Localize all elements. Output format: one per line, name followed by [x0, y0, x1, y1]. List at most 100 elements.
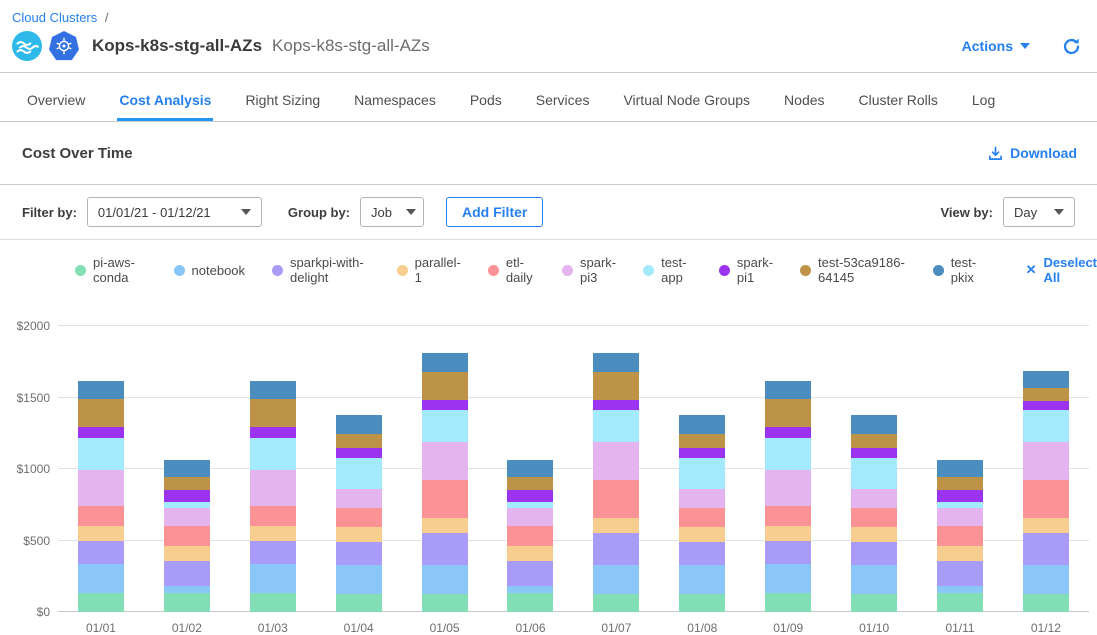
bar-segment-spark-pi3[interactable]: [1023, 442, 1069, 480]
bar-segment-etl-daily[interactable]: [336, 508, 382, 527]
bar-segment-notebook[interactable]: [765, 564, 811, 593]
deselect-all-button[interactable]: ✕Deselect All: [1026, 255, 1097, 285]
bar-segment-etl-daily[interactable]: [765, 506, 811, 525]
bar-segment-pi-aws-conda[interactable]: [765, 593, 811, 612]
bar-segment-test-53ca9186-64145[interactable]: [422, 372, 468, 400]
bar-segment-spark-pi3[interactable]: [507, 508, 553, 526]
bar-segment-test-53ca9186-64145[interactable]: [1023, 388, 1069, 401]
bar-segment-etl-daily[interactable]: [250, 506, 296, 525]
bar-segment-sparkpi-with-delight[interactable]: [336, 542, 382, 565]
bar-segment-notebook[interactable]: [250, 564, 296, 593]
breadcrumb-link-cloud-clusters[interactable]: Cloud Clusters: [12, 10, 97, 25]
bar-segment-test-53ca9186-64145[interactable]: [164, 477, 210, 490]
bar-segment-parallel-1[interactable]: [336, 527, 382, 542]
bar-segment-notebook[interactable]: [679, 565, 725, 594]
bar-segment-etl-daily[interactable]: [1023, 480, 1069, 518]
bar-segment-etl-daily[interactable]: [164, 526, 210, 546]
bar-segment-test-app[interactable]: [1023, 410, 1069, 441]
bar-segment-test-53ca9186-64145[interactable]: [937, 477, 983, 490]
bar-segment-spark-pi1[interactable]: [679, 448, 725, 458]
bar-segment-test-app[interactable]: [78, 438, 124, 469]
bar-segment-test-pkix[interactable]: [250, 381, 296, 399]
bar-segment-sparkpi-with-delight[interactable]: [851, 542, 897, 565]
bar-segment-spark-pi1[interactable]: [336, 448, 382, 458]
refresh-icon[interactable]: [1062, 37, 1081, 56]
bar-segment-test-pkix[interactable]: [336, 415, 382, 434]
bar-segment-test-pkix[interactable]: [679, 415, 725, 434]
bar-segment-etl-daily[interactable]: [507, 526, 553, 546]
bar-segment-test-53ca9186-64145[interactable]: [78, 399, 124, 427]
bar-segment-spark-pi3[interactable]: [422, 442, 468, 480]
bar-segment-sparkpi-with-delight[interactable]: [507, 561, 553, 585]
bar-segment-notebook[interactable]: [937, 586, 983, 593]
bar-segment-parallel-1[interactable]: [593, 518, 639, 533]
bar-segment-test-app[interactable]: [765, 438, 811, 469]
tab-services[interactable]: Services: [534, 73, 592, 121]
bar-segment-spark-pi3[interactable]: [937, 508, 983, 526]
bar-segment-pi-aws-conda[interactable]: [593, 594, 639, 612]
group-by-select[interactable]: Job: [360, 197, 424, 227]
bar-segment-pi-aws-conda[interactable]: [336, 594, 382, 612]
bar-segment-spark-pi3[interactable]: [593, 442, 639, 480]
bar-segment-notebook[interactable]: [164, 586, 210, 593]
bar-segment-spark-pi1[interactable]: [765, 427, 811, 438]
tab-namespaces[interactable]: Namespaces: [352, 73, 438, 121]
legend-item-parallel-1[interactable]: parallel-1: [397, 255, 461, 285]
bar-segment-test-pkix[interactable]: [422, 353, 468, 372]
bar-segment-test-pkix[interactable]: [78, 381, 124, 399]
bar-segment-notebook[interactable]: [1023, 565, 1069, 594]
bar-segment-sparkpi-with-delight[interactable]: [765, 541, 811, 565]
legend-item-test-53ca9186-64145[interactable]: test-53ca9186-64145: [800, 255, 906, 285]
legend-item-sparkpi-with-delight[interactable]: sparkpi-with-delight: [272, 255, 370, 285]
bar-segment-test-pkix[interactable]: [765, 381, 811, 399]
bar-segment-test-app[interactable]: [422, 410, 468, 441]
bar-segment-sparkpi-with-delight[interactable]: [1023, 533, 1069, 565]
bar-segment-pi-aws-conda[interactable]: [422, 594, 468, 612]
legend-item-spark-pi3[interactable]: spark-pi3: [562, 255, 616, 285]
bar-segment-parallel-1[interactable]: [937, 546, 983, 562]
bar-segment-parallel-1[interactable]: [422, 518, 468, 533]
bar-segment-pi-aws-conda[interactable]: [507, 593, 553, 612]
bar-segment-parallel-1[interactable]: [765, 526, 811, 541]
bar-segment-sparkpi-with-delight[interactable]: [937, 561, 983, 585]
bar-segment-spark-pi3[interactable]: [78, 470, 124, 506]
bar-segment-spark-pi1[interactable]: [164, 490, 210, 503]
tab-right-sizing[interactable]: Right Sizing: [243, 73, 322, 121]
bar-segment-sparkpi-with-delight[interactable]: [164, 561, 210, 585]
bar-segment-spark-pi1[interactable]: [1023, 401, 1069, 410]
bar-segment-test-pkix[interactable]: [507, 460, 553, 477]
actions-button[interactable]: Actions: [956, 37, 1036, 55]
bar-segment-parallel-1[interactable]: [851, 527, 897, 542]
tab-virtual-node-groups[interactable]: Virtual Node Groups: [621, 73, 752, 121]
bar-segment-spark-pi1[interactable]: [507, 490, 553, 503]
bar-segment-spark-pi1[interactable]: [422, 400, 468, 411]
bar-segment-spark-pi3[interactable]: [765, 470, 811, 506]
bar-segment-spark-pi1[interactable]: [78, 427, 124, 438]
bar-segment-spark-pi1[interactable]: [937, 490, 983, 503]
bar-segment-pi-aws-conda[interactable]: [937, 593, 983, 612]
bar-segment-test-53ca9186-64145[interactable]: [851, 434, 897, 448]
bar-segment-etl-daily[interactable]: [937, 526, 983, 546]
bar-segment-etl-daily[interactable]: [679, 508, 725, 527]
legend-item-notebook[interactable]: notebook: [174, 263, 246, 278]
bar-segment-spark-pi3[interactable]: [851, 489, 897, 508]
legend-item-test-pkix[interactable]: test-pkix: [933, 255, 983, 285]
legend-item-spark-pi1[interactable]: spark-pi1: [719, 255, 773, 285]
bar-segment-pi-aws-conda[interactable]: [164, 593, 210, 612]
bar-segment-test-app[interactable]: [851, 458, 897, 489]
bar-segment-parallel-1[interactable]: [78, 526, 124, 541]
bar-segment-test-app[interactable]: [679, 458, 725, 489]
bar-segment-sparkpi-with-delight[interactable]: [593, 533, 639, 565]
bar-segment-spark-pi1[interactable]: [851, 448, 897, 458]
bar-segment-pi-aws-conda[interactable]: [78, 593, 124, 612]
bar-segment-notebook[interactable]: [78, 564, 124, 593]
bar-segment-parallel-1[interactable]: [507, 546, 553, 562]
bar-segment-parallel-1[interactable]: [164, 546, 210, 562]
bar-segment-test-53ca9186-64145[interactable]: [336, 434, 382, 448]
tab-log[interactable]: Log: [970, 73, 997, 121]
bar-segment-test-53ca9186-64145[interactable]: [765, 399, 811, 427]
download-button[interactable]: Download: [988, 145, 1077, 161]
bar-segment-parallel-1[interactable]: [679, 527, 725, 542]
bar-segment-pi-aws-conda[interactable]: [250, 593, 296, 612]
bar-segment-sparkpi-with-delight[interactable]: [250, 541, 296, 565]
